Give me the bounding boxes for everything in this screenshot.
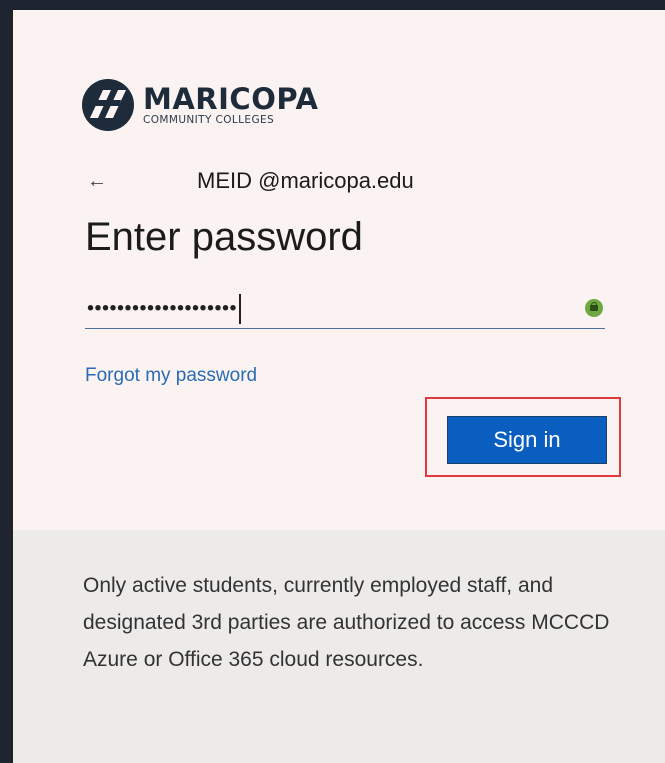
password-input[interactable]: •••••••••••••••••••• [85,290,605,329]
login-window: MARICOPA COMMUNITY COLLEGES ← MEID @mari… [10,10,665,763]
logo-name: MARICOPA [143,82,319,116]
maricopa-logo-mark-icon [82,79,134,131]
back-arrow-icon[interactable]: ← [87,170,111,193]
account-row: ← MEID @maricopa.edu [87,168,414,194]
access-notice: Only active students, currently employed… [83,574,610,671]
signin-button[interactable]: Sign in [447,416,607,464]
lock-icon[interactable] [585,299,603,317]
page-title: Enter password [85,215,363,259]
password-value: •••••••••••••••••••• [87,297,238,320]
login-panel: MARICOPA COMMUNITY COLLEGES ← MEID @mari… [13,10,665,530]
maricopa-logo: MARICOPA COMMUNITY COLLEGES [81,78,318,132]
account-email: MEID @maricopa.edu [197,168,414,193]
forgot-password-link[interactable]: Forgot my password [85,365,257,387]
text-caret [239,294,241,324]
